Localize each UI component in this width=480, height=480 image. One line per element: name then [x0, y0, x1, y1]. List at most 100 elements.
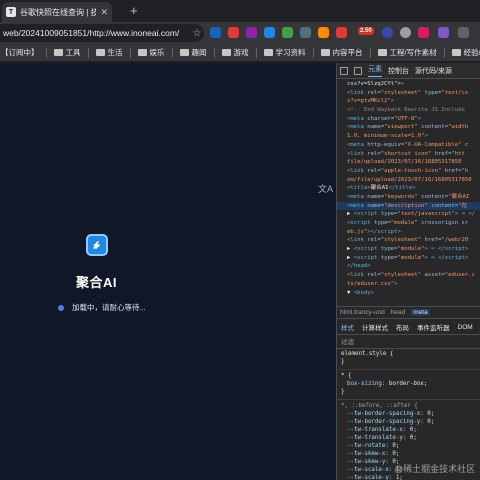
extension-icon[interactable]	[282, 27, 293, 38]
folder-icon	[451, 49, 461, 56]
dom-node-line[interactable]: file/upload/2023/07/16/16805317850	[337, 158, 480, 167]
breadcrumb-item[interactable]: head	[391, 309, 405, 316]
style-property[interactable]: box-sizing: border-box;	[341, 380, 480, 388]
tab-computed[interactable]: 计算样式	[362, 322, 388, 332]
folder-icon	[320, 49, 330, 56]
extension-badge[interactable]: 2.50	[358, 27, 374, 35]
extension-icon[interactable]	[336, 27, 347, 38]
dom-node-line[interactable]: 1.0, minimum-scale=1.0">	[337, 132, 480, 141]
browser-window: T 谷歌快照在线查询 | 技术拉近你我 ✕ + web/202410090518…	[0, 0, 480, 480]
dom-node-line[interactable]: <title>聚合AI</title>	[337, 184, 480, 193]
inspect-element-icon[interactable]	[340, 66, 348, 75]
dom-node-line[interactable]: <meta name="keywords" content="聚合AI	[337, 193, 480, 202]
bookmark-folder[interactable]: 经验/教程/日程	[451, 47, 480, 58]
bookmark-folder[interactable]: 内容平台	[320, 47, 363, 58]
bookmark-folder[interactable]: 游戏	[221, 47, 249, 58]
extension-icon[interactable]	[400, 27, 411, 38]
extension-icon[interactable]	[228, 27, 239, 38]
property-value: 0;	[409, 435, 417, 441]
style-property[interactable]: --tw-translate-x: 0;	[341, 426, 480, 434]
folder-icon	[95, 49, 105, 56]
dom-node-line[interactable]: <link rel="apple-touch-icon" href="h	[337, 167, 480, 176]
address-url[interactable]: web/20241009051851/http://www.inoneai.co…	[3, 28, 190, 38]
extension-icon[interactable]	[300, 27, 311, 38]
dom-node-line[interactable]: <link rel="stylesheet" asset="eduser.c	[337, 271, 480, 280]
dom-node-line[interactable]: s?v=gtvMKcl2">	[337, 97, 480, 106]
dom-tree[interactable]: css?v=SlzqJCYt">> <link rel="stylesheet" …	[337, 80, 480, 306]
bookmark-separator	[213, 47, 215, 58]
extension-icon[interactable]	[382, 27, 393, 38]
tab-close-icon[interactable]: ✕	[100, 7, 108, 18]
bookmark-folder[interactable]: 学习资料	[263, 47, 306, 58]
dom-node-line[interactable]: <meta http-equiv="X-UA-Compatible" c	[337, 141, 480, 150]
logo-glyph-icon	[93, 241, 100, 249]
bookmark-label: 学习资料	[275, 48, 306, 57]
extension-icon[interactable]	[438, 27, 449, 38]
extensions-puzzle-icon[interactable]	[458, 27, 469, 38]
style-property[interactable]: --tw-border-spacing-x: 0;	[341, 410, 480, 418]
browser-tab[interactable]: T 谷歌快照在线查询 | 技术拉近你我 ✕	[2, 2, 112, 22]
dom-node-line[interactable]: <link rel="shortcut icon" href="htt	[337, 150, 480, 159]
watermark: @稀土掘金技术社区	[394, 464, 476, 474]
dom-node-line[interactable]: </head>	[337, 262, 480, 271]
property-name: --tw-scale-x	[347, 467, 389, 473]
extension-icon[interactable]	[210, 27, 221, 38]
extension-icon[interactable]	[418, 27, 429, 38]
translate-icon[interactable]: 文A	[318, 182, 333, 195]
bookmark-folder[interactable]: 工程/写作素材	[377, 47, 437, 58]
dom-node-line[interactable]: <link rel="stylesheet" type="text/cs	[337, 89, 480, 98]
bookmark-label: 内容平台	[332, 48, 363, 57]
tab-sources[interactable]: 源代码/来源	[415, 66, 452, 76]
tab-elements[interactable]: 元素	[368, 64, 382, 77]
property-name: box-sizing	[347, 381, 382, 387]
extension-icon[interactable]	[246, 27, 257, 38]
dom-node-line[interactable]: <meta name="viewport" content="width	[337, 123, 480, 132]
dom-node-line[interactable]: ▼ <body>	[337, 289, 480, 298]
extension-icon[interactable]	[264, 27, 275, 38]
bookmark-folder[interactable]: 趣闻	[179, 47, 207, 58]
tab-dom-breakpoints[interactable]: DOM	[458, 324, 473, 331]
tab-styles[interactable]: 样式	[341, 322, 354, 332]
tab-layout[interactable]: 布局	[396, 322, 409, 332]
dom-node-line[interactable]: ▶ <script type="text/javascript"> ⋯ </	[337, 210, 480, 219]
dom-node-line[interactable]: <meta charset="UTF-8">	[337, 115, 480, 124]
style-property[interactable]: --tw-skew-x: 0;	[341, 450, 480, 458]
dom-node-line[interactable]: <link rel="stylesheet" href="/web/20	[337, 236, 480, 245]
dom-node-line[interactable]: ▶ <script type="module"> ⋯ </script>	[337, 245, 480, 254]
extension-icon[interactable]	[318, 27, 329, 38]
bookmarks-bar: 【订阅中】 工具 生活 娱乐 趣闻 游戏 学习资料 内容平台 工程/写作素材 经…	[0, 44, 480, 62]
style-property[interactable]: --tw-border-spacing-y: 0;	[341, 418, 480, 426]
bookmark-label: 生活	[107, 48, 123, 57]
tab-event-listeners[interactable]: 事件监听器	[417, 322, 450, 332]
property-value: 0;	[392, 451, 400, 457]
bookmark-folder[interactable]: 工具	[53, 47, 81, 58]
style-property[interactable]: --tw-rotate: 0;	[341, 442, 480, 450]
property-value: 0;	[409, 427, 417, 433]
style-property[interactable]: --tw-translate-y: 0;	[341, 434, 480, 442]
bookmark-folder[interactable]: 生活	[95, 47, 123, 58]
styles-pane: element.style { } * { box-sizing: border…	[337, 350, 480, 480]
breadcrumb-item[interactable]: meta	[411, 309, 430, 316]
tab-console[interactable]: 控制台	[388, 66, 409, 76]
rule-divider	[337, 369, 480, 370]
dom-node-line[interactable]: eb.js"></script>	[337, 228, 480, 237]
dom-node-line[interactable]: ts/eduser.css">	[337, 280, 480, 289]
address-bar[interactable]: web/20241009051851/http://www.inoneai.co…	[0, 24, 204, 42]
bookmark-star-icon[interactable]: ☆	[190, 28, 204, 39]
new-tab-button[interactable]: +	[130, 3, 138, 19]
dom-node-line[interactable]: om/file/upload/2023/07/16/16805317850	[337, 176, 480, 185]
styles-filter-input[interactable]: 过滤	[337, 336, 480, 349]
device-toolbar-icon[interactable]	[354, 66, 362, 75]
property-value: 0;	[392, 443, 400, 449]
dom-node-line[interactable]: css?v=SlzqJCYt">>	[337, 80, 480, 89]
breadcrumb-item[interactable]: html.trancy-und	[340, 309, 385, 316]
dom-node-line[interactable]: <meta name="description" content="在	[337, 201, 480, 211]
bookmark-item[interactable]: 【订阅中】	[1, 47, 39, 58]
app-logo-icon	[86, 234, 108, 256]
dom-node-line[interactable]: <script type="module" crossorigin sr	[337, 219, 480, 228]
folder-icon	[179, 49, 189, 56]
folder-icon	[221, 49, 231, 56]
bookmark-folder[interactable]: 娱乐	[137, 47, 165, 58]
dom-node-line[interactable]: <!-- End Wayback Rewrite JS Include	[337, 106, 480, 115]
dom-node-line[interactable]: ▶ <script type="module"> ⋯ </script>	[337, 254, 480, 263]
